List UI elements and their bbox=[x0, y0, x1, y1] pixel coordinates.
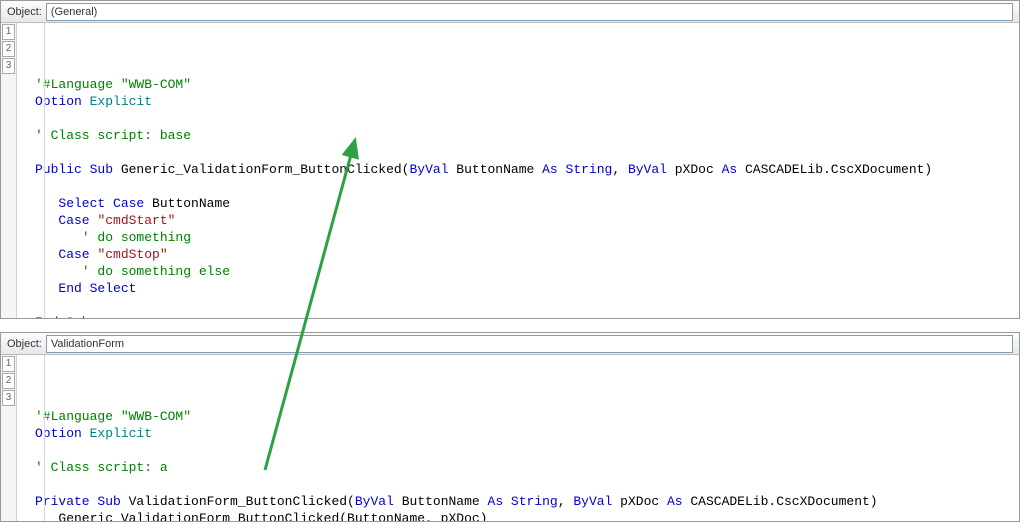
header-bar: Object: ValidationForm bbox=[1, 333, 1019, 355]
code-line: Case "cmdStop" bbox=[17, 246, 1019, 263]
code-line: ' Class script: base bbox=[17, 127, 1019, 144]
object-label: Object: bbox=[7, 338, 42, 350]
gutter-line: 2 bbox=[2, 41, 15, 57]
code-line: '#Language "WWB-COM" bbox=[17, 76, 1019, 93]
gutter-line: 1 bbox=[2, 24, 15, 40]
code-area[interactable]: '#Language "WWB-COM"Option Explicit ' Cla… bbox=[17, 23, 1019, 318]
code-line bbox=[17, 110, 1019, 127]
indent-guide bbox=[44, 23, 45, 318]
code-line: ' do something else bbox=[17, 263, 1019, 280]
code-line bbox=[17, 442, 1019, 459]
object-value: (General) bbox=[51, 6, 97, 18]
header-bar: Object: (General) bbox=[1, 1, 1019, 23]
object-label: Object: bbox=[7, 6, 42, 18]
code-line: Option Explicit bbox=[17, 93, 1019, 110]
gutter-line: 3 bbox=[2, 390, 15, 406]
code-line bbox=[17, 476, 1019, 493]
code-line: Private Sub ValidationForm_ButtonClicked… bbox=[17, 493, 1019, 510]
gutter: 123 bbox=[1, 23, 17, 318]
code-line bbox=[17, 178, 1019, 195]
code-panel-top: Object: (General) 123 '#Language "WWB-CO… bbox=[0, 0, 1020, 319]
indent-guide bbox=[44, 355, 45, 521]
code-line: Option Explicit bbox=[17, 425, 1019, 442]
code-line: Select Case ButtonName bbox=[17, 195, 1019, 212]
code-line: Case "cmdStart" bbox=[17, 212, 1019, 229]
object-select[interactable]: ValidationForm bbox=[46, 335, 1013, 353]
code-line: ' do something bbox=[17, 229, 1019, 246]
editor-body: 123 '#Language "WWB-COM"Option Explicit'… bbox=[1, 23, 1019, 318]
code-line: '#Language "WWB-COM" bbox=[17, 408, 1019, 425]
code-line: End Sub bbox=[17, 314, 1019, 318]
gutter-line: 3 bbox=[2, 58, 15, 74]
editor-body: 123 '#Language "WWB-COM"Option Explicit'… bbox=[1, 355, 1019, 521]
code-line bbox=[17, 144, 1019, 161]
gutter-line: 2 bbox=[2, 373, 15, 389]
code-line: Public Sub Generic_ValidationForm_Button… bbox=[17, 161, 1019, 178]
gutter: 123 bbox=[1, 355, 17, 521]
code-line: Generic_ValidationForm_ButtonClicked(But… bbox=[17, 510, 1019, 521]
code-line: ' Class script: a bbox=[17, 459, 1019, 476]
code-line bbox=[17, 297, 1019, 314]
code-area[interactable]: '#Language "WWB-COM"Option Explicit ' Cla… bbox=[17, 355, 1019, 521]
object-select[interactable]: (General) bbox=[46, 3, 1013, 21]
code-line: End Select bbox=[17, 280, 1019, 297]
gutter-line: 1 bbox=[2, 356, 15, 372]
code-panel-bottom: Object: ValidationForm 123 '#Language "W… bbox=[0, 332, 1020, 522]
object-value: ValidationForm bbox=[51, 338, 124, 350]
